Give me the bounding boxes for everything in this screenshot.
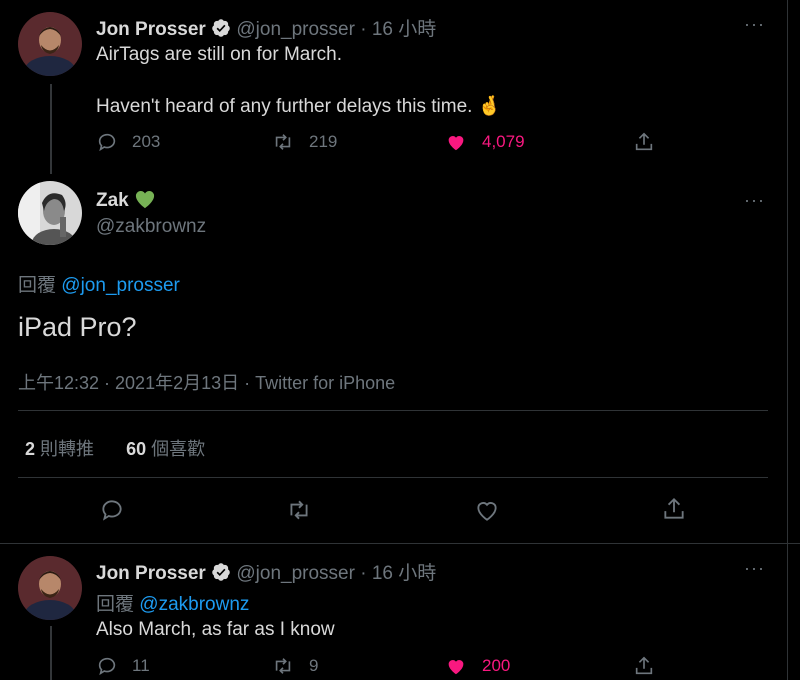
retweet-stat-label: 則轉推 <box>40 439 95 459</box>
reply-icon <box>96 655 118 677</box>
mention-link[interactable]: @zakbrownz <box>139 594 249 615</box>
retweet-count: 9 <box>309 656 319 675</box>
separator: · <box>360 19 367 40</box>
retweet-icon <box>285 497 313 523</box>
share-button[interactable] <box>661 496 687 522</box>
like-button[interactable] <box>473 497 501 523</box>
more-icon[interactable]: ··· <box>744 190 765 211</box>
reply-prefix: 回覆 <box>18 275 57 296</box>
reply-context: 回覆 @zakbrownz <box>96 589 249 616</box>
avatar-jon-prosser[interactable] <box>18 556 82 620</box>
retweet-icon <box>271 131 295 153</box>
avatar-zak[interactable] <box>18 181 82 245</box>
like-icon <box>473 497 501 523</box>
tweet-header: Jon Prosser @jon_prosser · 16 小時 <box>96 14 436 41</box>
tweet-text: Also March, as far as I know <box>96 619 335 640</box>
tweet-text-line2: Haven't heard of any further delays this… <box>96 96 502 117</box>
retweet-stat-count: 2 <box>25 439 36 459</box>
like-count: 4,079 <box>482 132 525 151</box>
reply-context: 回覆 @jon_prosser <box>18 270 180 297</box>
thread-line <box>50 84 52 174</box>
share-icon <box>633 655 655 677</box>
retweet-button[interactable]: 9 <box>271 655 318 677</box>
more-icon[interactable]: ··· <box>744 14 765 35</box>
like-button[interactable]: 200 <box>444 655 510 677</box>
display-name[interactable]: Jon Prosser <box>96 563 206 584</box>
reply-button[interactable]: 11 <box>96 655 150 677</box>
tweet-header: Zak <box>96 189 156 212</box>
reply-count: 203 <box>132 132 161 151</box>
avatar-jon-prosser[interactable] <box>18 12 82 76</box>
separator: · <box>360 563 367 584</box>
like-count: 200 <box>482 656 511 675</box>
divider <box>18 477 768 478</box>
tweet-text: iPad Pro? <box>18 312 137 342</box>
reply-icon <box>96 131 118 153</box>
reply-icon <box>99 497 125 523</box>
mention-link[interactable]: @jon_prosser <box>61 275 180 296</box>
column-border <box>787 0 788 680</box>
timestamp[interactable]: 16 小時 <box>372 19 436 40</box>
retweet-button[interactable] <box>285 497 313 523</box>
display-name[interactable]: Zak <box>96 190 129 211</box>
like-stat-count: 60 <box>126 439 147 459</box>
like-icon <box>444 131 468 153</box>
tweet-text-line1: AirTags are still on for March. <box>96 44 343 65</box>
reply-count: 11 <box>132 656 150 675</box>
share-button[interactable] <box>633 655 655 677</box>
verified-icon <box>211 562 231 582</box>
verified-icon <box>211 18 231 38</box>
reply-prefix: 回覆 <box>96 594 135 615</box>
timestamp[interactable]: 16 小時 <box>372 563 436 584</box>
reply-button[interactable]: 203 <box>96 131 160 153</box>
share-icon <box>633 131 655 153</box>
retweet-button[interactable]: 219 <box>271 131 337 153</box>
tweet-timestamp[interactable]: 上午12:32 · 2021年2月13日 · Twitter for iPhon… <box>18 369 395 395</box>
retweet-stat[interactable]: 2 則轉推 <box>25 439 99 459</box>
divider <box>0 543 800 544</box>
handle[interactable]: @zakbrownz <box>96 216 206 238</box>
share-icon <box>661 496 687 522</box>
share-button[interactable] <box>633 131 655 153</box>
tweet-header: Jon Prosser @jon_prosser · 16 小時 <box>96 558 436 585</box>
divider <box>18 410 768 411</box>
retweet-icon <box>271 655 295 677</box>
like-stat[interactable]: 60 個喜歡 <box>126 439 205 459</box>
like-icon <box>444 655 468 677</box>
handle[interactable]: @jon_prosser <box>236 563 355 584</box>
reply-button[interactable] <box>99 497 125 523</box>
handle[interactable]: @jon_prosser <box>236 19 355 40</box>
engagement-stats: 2 則轉推 60 個喜歡 <box>25 435 205 461</box>
display-name[interactable]: Jon Prosser <box>96 19 206 40</box>
like-button[interactable]: 4,079 <box>444 131 525 153</box>
retweet-count: 219 <box>309 132 338 151</box>
more-icon[interactable]: ··· <box>744 558 765 579</box>
green-heart-emoji <box>134 189 156 209</box>
like-stat-label: 個喜歡 <box>151 439 206 459</box>
thread-line <box>50 626 52 680</box>
